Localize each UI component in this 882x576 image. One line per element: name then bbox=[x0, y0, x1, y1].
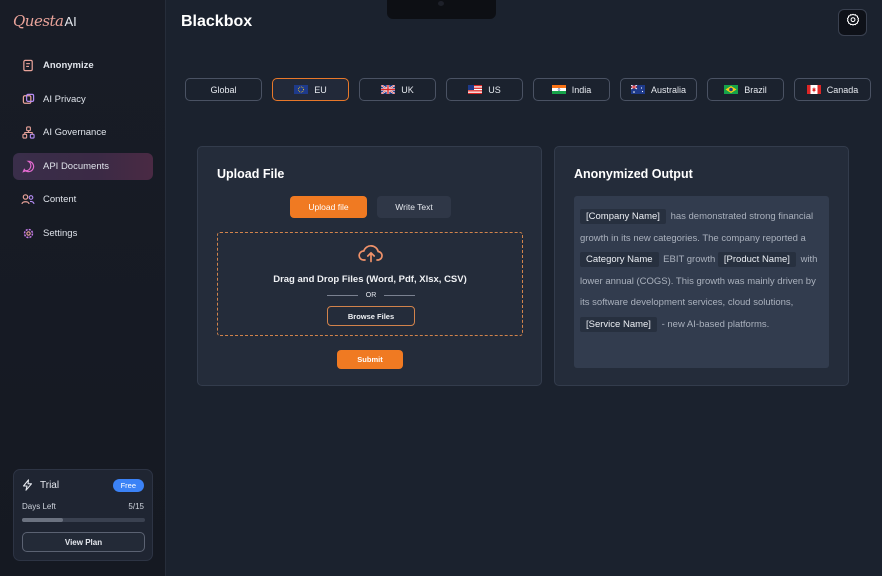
sidebar-item-content[interactable]: Content bbox=[13, 186, 153, 213]
status-badge: Free bbox=[112, 479, 144, 492]
lightning-icon bbox=[22, 479, 33, 491]
tab-brazil[interactable]: Brazil bbox=[707, 78, 784, 101]
logo-suffix: AI bbox=[64, 14, 77, 29]
output-segment: EBIT growth bbox=[663, 254, 716, 265]
brazil-flag-icon bbox=[724, 85, 739, 94]
eu-flag-icon bbox=[294, 85, 309, 94]
tab-label: Global bbox=[210, 84, 237, 95]
dropzone-text: Drag and Drop Files (Word, Pdf, Xlsx, CS… bbox=[273, 274, 467, 285]
gear-icon bbox=[846, 13, 860, 32]
australia-flag-icon bbox=[630, 85, 645, 94]
canada-flag-icon bbox=[806, 85, 821, 94]
tab-eu[interactable]: EU bbox=[272, 78, 349, 101]
entity-tag: [Product Name] bbox=[717, 252, 796, 267]
tab-canada[interactable]: Canada bbox=[794, 78, 871, 101]
tab-label: India bbox=[571, 84, 592, 95]
sidebar-item-label: Anonymize bbox=[43, 60, 94, 71]
entity-tag: [Company Name] bbox=[580, 209, 666, 224]
camera-icon bbox=[438, 1, 444, 6]
sidebar-item-label: API Documents bbox=[43, 160, 109, 172]
file-dropzone[interactable]: Drag and Drop Files (Word, Pdf, Xlsx, CS… bbox=[217, 232, 523, 336]
tab-label: UK bbox=[401, 84, 414, 95]
tab-label: EU bbox=[314, 84, 327, 95]
trial-progress-fill bbox=[22, 518, 63, 522]
sidebar-item-anonymize[interactable]: Anonymize bbox=[13, 52, 153, 79]
tab-uk[interactable]: UK bbox=[359, 78, 436, 101]
sidebar-item-label: Settings bbox=[43, 227, 78, 239]
logo[interactable]: Questa AI bbox=[13, 12, 77, 30]
document-edit-icon bbox=[21, 59, 35, 73]
output-panel: Anonymized Output [Company Name] has dem… bbox=[554, 146, 849, 386]
tab-global[interactable]: Global bbox=[185, 78, 262, 101]
sidebar-item-api-documents[interactable]: API Documents bbox=[13, 152, 153, 180]
tab-australia[interactable]: Australia bbox=[620, 78, 697, 101]
upload-title: Upload File bbox=[217, 167, 285, 181]
privacy-icon bbox=[21, 92, 35, 106]
sidebar: Questa AI Anonymize AI Privacy AI Govern… bbox=[0, 0, 166, 576]
tab-label: Brazil bbox=[744, 84, 767, 95]
days-left-count: 5/15 bbox=[128, 502, 144, 511]
view-plan-button[interactable]: View Plan bbox=[22, 532, 145, 552]
sidebar-item-settings[interactable]: Settings bbox=[13, 220, 153, 247]
users-icon bbox=[21, 193, 35, 207]
sidebar-item-label: AI Governance bbox=[43, 127, 107, 139]
region-tabs: Global EU UK US India Australia Brazil C… bbox=[185, 78, 881, 101]
tab-us[interactable]: US bbox=[446, 78, 523, 101]
days-left-label: Days Left bbox=[22, 502, 56, 511]
chat-bubble-icon bbox=[21, 159, 35, 173]
submit-button[interactable]: Submit bbox=[337, 350, 403, 369]
hierarchy-icon bbox=[21, 126, 35, 140]
upload-panel: Upload File Upload file Write Text Drag … bbox=[197, 146, 542, 386]
tab-india[interactable]: India bbox=[533, 78, 610, 101]
entity-tag: [Service Name] bbox=[580, 316, 657, 332]
tab-label: US bbox=[488, 84, 501, 95]
tab-label: Canada bbox=[826, 84, 859, 95]
anonymized-output-text: [Company Name] has demonstrated strong f… bbox=[574, 196, 829, 368]
camera-notch bbox=[387, 0, 496, 19]
settings-button[interactable] bbox=[838, 9, 867, 36]
trial-label: Trial bbox=[40, 479, 60, 491]
sidebar-item-label: AI Privacy bbox=[43, 93, 86, 105]
page-title: Blackbox bbox=[181, 13, 253, 30]
entity-tag: Category Name bbox=[580, 252, 659, 267]
browse-files-button[interactable]: Browse Files bbox=[327, 306, 415, 326]
india-flag-icon bbox=[551, 85, 566, 94]
gear-icon bbox=[21, 226, 35, 240]
tab-label: Australia bbox=[650, 84, 686, 95]
trial-progress-bar bbox=[22, 518, 145, 522]
cloud-upload-icon bbox=[358, 243, 384, 270]
output-segment: - new AI-based platforms. bbox=[661, 318, 770, 330]
uk-flag-icon bbox=[381, 85, 396, 94]
or-divider: OR bbox=[327, 292, 415, 299]
sidebar-item-label: Content bbox=[43, 194, 77, 206]
logo-script: Questa bbox=[13, 12, 64, 30]
output-title: Anonymized Output bbox=[574, 167, 693, 181]
us-flag-icon bbox=[468, 85, 483, 94]
trial-card: Trial Free Days Left 5/15 View Plan bbox=[13, 469, 153, 561]
upload-file-tab[interactable]: Upload file bbox=[290, 196, 367, 218]
sidebar-item-ai-governance[interactable]: AI Governance bbox=[13, 119, 153, 146]
sidebar-nav: Anonymize AI Privacy AI Governance API D… bbox=[13, 52, 153, 254]
or-label: OR bbox=[365, 292, 377, 299]
write-text-tab[interactable]: Write Text bbox=[377, 196, 451, 218]
sidebar-item-ai-privacy[interactable]: AI Privacy bbox=[13, 86, 153, 113]
